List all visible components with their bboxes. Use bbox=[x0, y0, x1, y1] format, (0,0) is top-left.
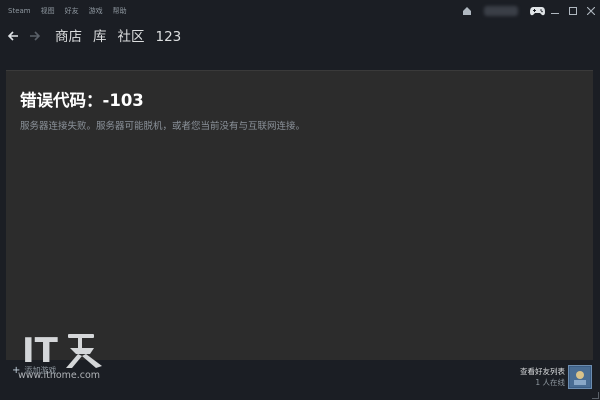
add-game-button[interactable]: + 添加游戏 bbox=[12, 365, 56, 376]
bottom-bar: + 添加游戏 查看好友列表 1 人在线 bbox=[0, 360, 600, 400]
menu-item-friends[interactable]: 好友 bbox=[61, 0, 83, 22]
nav-profile[interactable]: 123 bbox=[156, 26, 182, 48]
friends-list-button[interactable]: 查看好友列表 1 人在线 bbox=[520, 366, 565, 388]
menu-item-view[interactable]: 视图 bbox=[37, 0, 59, 22]
minimize-icon[interactable] bbox=[546, 0, 564, 22]
menu-item-help[interactable]: 帮助 bbox=[109, 0, 131, 22]
steam-window: Steam 视图 好友 游戏 帮助 商店 库 社区 123 错误代码：-103 … bbox=[0, 0, 600, 400]
friends-online-count: 1 人在线 bbox=[535, 378, 565, 387]
error-title: 错误代码：-103 bbox=[20, 91, 144, 110]
maximize-icon[interactable] bbox=[564, 0, 582, 22]
add-game-label: 添加游戏 bbox=[24, 366, 57, 375]
avatar[interactable] bbox=[568, 365, 592, 389]
nav-links: 商店 库 社区 123 bbox=[55, 26, 192, 48]
close-icon[interactable] bbox=[582, 0, 600, 22]
nav-library[interactable]: 库 bbox=[93, 26, 107, 48]
notification-icon[interactable] bbox=[462, 5, 472, 17]
back-arrow-icon[interactable] bbox=[6, 29, 20, 43]
error-description: 服务器连接失败。服务器可能脱机，或者您当前没有与互联网连接。 bbox=[20, 121, 306, 132]
error-panel: 错误代码：-103 服务器连接失败。服务器可能脱机，或者您当前没有与互联网连接。 bbox=[6, 70, 593, 360]
window-controls bbox=[546, 0, 600, 22]
menu-item-steam[interactable]: Steam bbox=[4, 0, 35, 22]
nav-store[interactable]: 商店 bbox=[55, 26, 82, 48]
menu-item-games[interactable]: 游戏 bbox=[85, 0, 107, 22]
nav-bar: 商店 库 社区 123 bbox=[0, 22, 600, 52]
plus-icon: + bbox=[12, 365, 21, 376]
forward-arrow-icon[interactable] bbox=[28, 29, 42, 43]
account-name[interactable] bbox=[484, 6, 518, 16]
friends-list-label: 查看好友列表 bbox=[520, 367, 565, 376]
resize-grip-icon[interactable] bbox=[592, 392, 599, 399]
big-picture-controller-icon[interactable] bbox=[529, 4, 545, 18]
nav-community[interactable]: 社区 bbox=[118, 26, 145, 48]
